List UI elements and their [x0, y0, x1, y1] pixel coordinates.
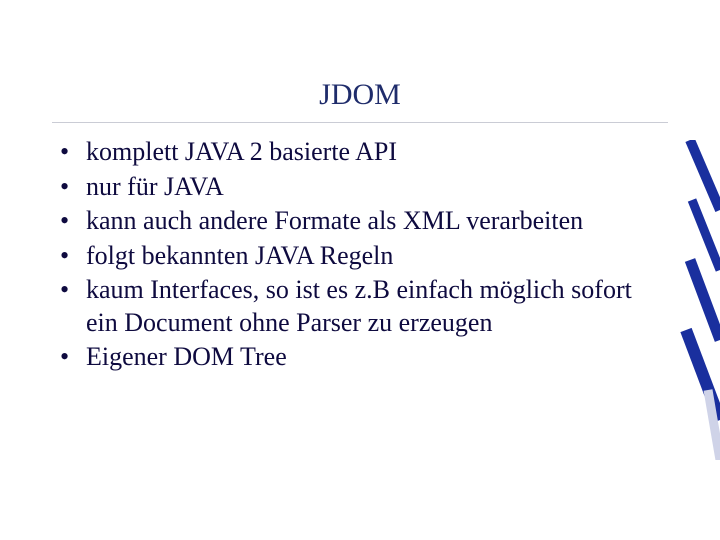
list-item: kaum Interfaces, so ist es z.B einfach m…	[52, 274, 662, 339]
divider	[52, 122, 668, 123]
list-item: folgt bekannten JAVA Regeln	[52, 240, 662, 273]
bullet-text: komplett JAVA 2 basierte API	[86, 137, 397, 166]
list-item: Eigener DOM Tree	[52, 341, 662, 374]
list-item: kann auch andere Formate als XML verarbe…	[52, 205, 662, 238]
bullet-list: komplett JAVA 2 basierte API nur für JAV…	[52, 136, 662, 374]
bullet-text: kaum Interfaces, so ist es z.B einfach m…	[86, 275, 632, 337]
bullet-text: nur für JAVA	[86, 172, 224, 201]
list-item: komplett JAVA 2 basierte API	[52, 136, 662, 169]
bullet-text: Eigener DOM Tree	[86, 342, 287, 371]
content-area: komplett JAVA 2 basierte API nur für JAV…	[52, 136, 662, 376]
list-item: nur für JAVA	[52, 171, 662, 204]
bullet-text: kann auch andere Formate als XML verarbe…	[86, 206, 583, 235]
slide-title: JDOM	[0, 78, 720, 112]
decorative-stripes-icon	[660, 140, 720, 460]
slide: JDOM komplett JAVA 2 basierte API nur fü…	[0, 0, 720, 540]
bullet-text: folgt bekannten JAVA Regeln	[86, 241, 393, 270]
